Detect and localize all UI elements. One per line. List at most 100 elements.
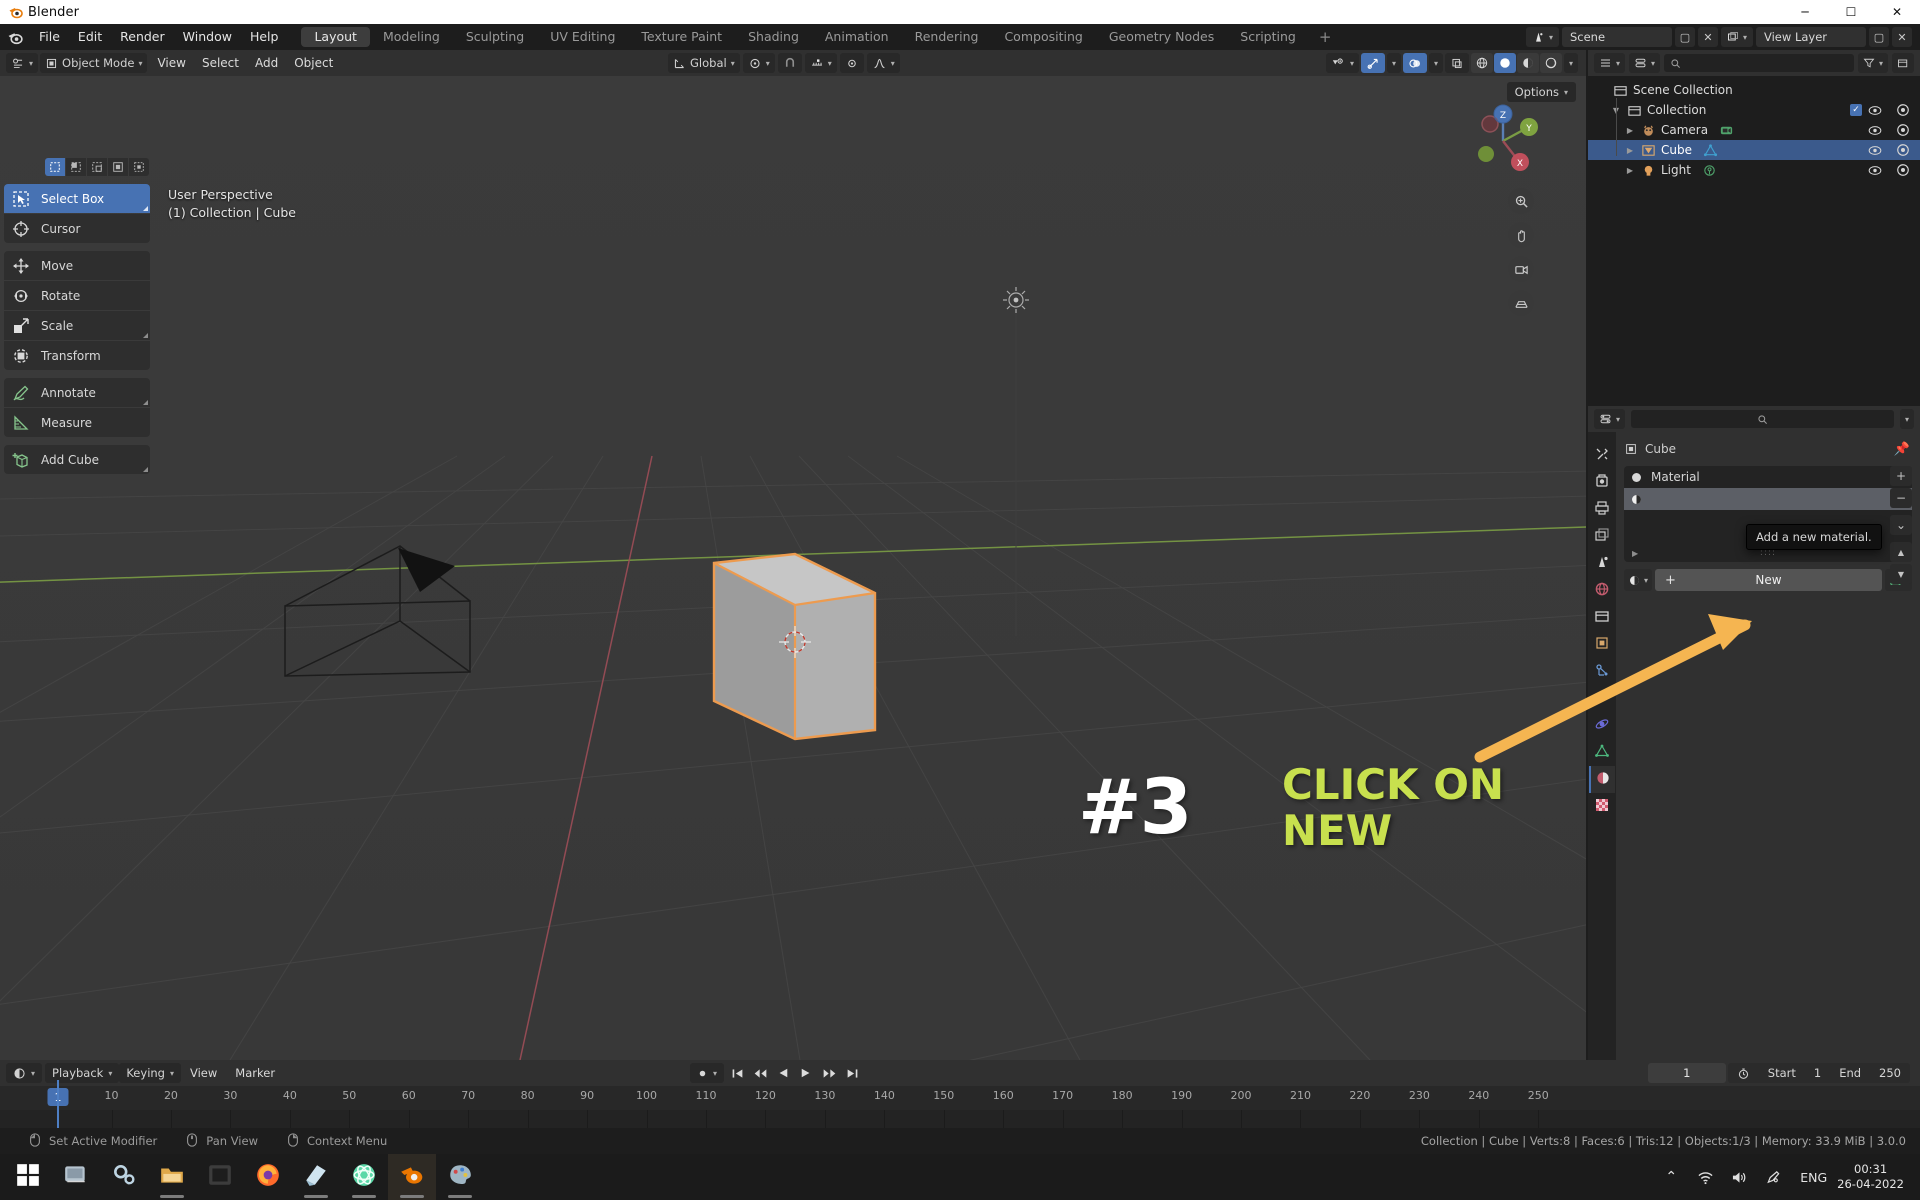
minimize-button[interactable]: ─ bbox=[1782, 0, 1828, 24]
show-hidden-icons-button[interactable]: ⌃ bbox=[1654, 1154, 1688, 1200]
workspace-tab-sculpting[interactable]: Sculpting bbox=[453, 27, 537, 47]
workspace-tab-texture-paint[interactable]: Texture Paint bbox=[628, 27, 735, 47]
next-keyframe-button[interactable] bbox=[818, 1063, 840, 1083]
outliner-display-mode-dropdown[interactable]: ▾ bbox=[1629, 53, 1661, 73]
properties-options-dropdown[interactable]: ▾ bbox=[1899, 409, 1914, 429]
outliner-row-cube[interactable]: ▶ Cube bbox=[1588, 140, 1920, 160]
timeline-ruler[interactable]: 10 20 30 40 50 60 70 80 90 100 110 120 130 140 150 160 1… bbox=[0, 1086, 1920, 1110]
hide-in-viewport-icon[interactable] bbox=[1868, 103, 1882, 117]
snap-settings-dropdown[interactable]: ▾ bbox=[804, 53, 837, 73]
maximize-button[interactable]: ☐ bbox=[1828, 0, 1874, 24]
current-frame-field[interactable]: 1 bbox=[1647, 1063, 1726, 1083]
scene-name-field[interactable]: Scene bbox=[1561, 27, 1672, 47]
snap-toggle-button[interactable] bbox=[777, 53, 802, 73]
shading-wireframe-button[interactable] bbox=[1470, 53, 1493, 73]
tool-tab[interactable] bbox=[1589, 442, 1615, 469]
add-workspace-button[interactable]: + bbox=[1309, 24, 1342, 50]
tool-move[interactable]: Move bbox=[4, 251, 150, 280]
workspace-tab-scripting[interactable]: Scripting bbox=[1227, 27, 1309, 47]
remove-material-slot-button[interactable]: − bbox=[1890, 488, 1912, 508]
browse-scene-button[interactable]: ▾ bbox=[1525, 27, 1559, 47]
previous-keyframe-button[interactable] bbox=[749, 1063, 771, 1083]
view-layer-name-field[interactable]: View Layer bbox=[1756, 27, 1866, 47]
topbar-menu-file[interactable]: File bbox=[30, 24, 69, 50]
tool-cursor[interactable]: Cursor bbox=[4, 214, 150, 243]
outliner-row-scene-collection[interactable]: Scene Collection bbox=[1588, 80, 1920, 100]
play-reverse-button[interactable] bbox=[772, 1063, 794, 1083]
collection-exclude-checkbox[interactable]: ✓ bbox=[1850, 104, 1862, 116]
outliner-filter-button[interactable]: ▾ bbox=[1857, 53, 1888, 73]
workspace-tab-compositing[interactable]: Compositing bbox=[991, 27, 1095, 47]
clock[interactable]: 00:31 26-04-2022 bbox=[1837, 1162, 1920, 1192]
viewport-menu-add[interactable]: Add bbox=[247, 50, 286, 76]
move-slot-down-button[interactable]: ▼ bbox=[1890, 564, 1912, 584]
search-taskview[interactable] bbox=[52, 1154, 100, 1200]
notes-app[interactable] bbox=[292, 1154, 340, 1200]
mesh-data-icon[interactable] bbox=[1703, 143, 1718, 158]
select-mode-extend[interactable] bbox=[66, 158, 86, 176]
object-data-tab[interactable] bbox=[1589, 739, 1615, 766]
disable-in-renders-icon[interactable] bbox=[1896, 103, 1910, 117]
render-tab[interactable] bbox=[1589, 469, 1615, 496]
language-indicator[interactable]: ENG bbox=[1790, 1170, 1837, 1185]
select-mode-subtract[interactable] bbox=[87, 158, 107, 176]
topbar-menu-render[interactable]: Render bbox=[111, 24, 174, 50]
texture-tab[interactable] bbox=[1589, 793, 1615, 820]
material-tab[interactable] bbox=[1589, 766, 1615, 793]
outliner-search-input[interactable] bbox=[1664, 54, 1854, 72]
new-material-button[interactable]: + New bbox=[1655, 569, 1882, 591]
viewport-menu-object[interactable]: Object bbox=[286, 50, 341, 76]
tool-scale[interactable]: Scale bbox=[4, 311, 150, 340]
pin-icon[interactable]: 📌 bbox=[1894, 442, 1910, 457]
blender-app[interactable] bbox=[388, 1154, 436, 1200]
timeline-menu-marker[interactable]: Marker bbox=[226, 1066, 284, 1080]
start-frame-value[interactable]: 1 bbox=[1814, 1066, 1821, 1080]
shading-rendered-button[interactable] bbox=[1539, 53, 1562, 73]
properties-editor-type-button[interactable]: ▾ bbox=[1594, 409, 1626, 429]
jump-to-start-button[interactable] bbox=[726, 1063, 748, 1083]
jump-to-end-button[interactable] bbox=[841, 1063, 863, 1083]
disable-in-renders-icon[interactable] bbox=[1896, 163, 1910, 177]
firefox-app[interactable] bbox=[244, 1154, 292, 1200]
paint-app[interactable] bbox=[436, 1154, 484, 1200]
xray-toggle-button[interactable] bbox=[1444, 53, 1469, 73]
outliner-row-light[interactable]: ▶ Light bbox=[1588, 160, 1920, 180]
interaction-mode-dropdown[interactable]: Object Mode ▾ bbox=[40, 53, 148, 73]
material-specials-button[interactable]: ⌄ bbox=[1890, 515, 1912, 535]
expand-triangle-icon[interactable]: ▶ bbox=[1624, 166, 1636, 175]
terminal-app[interactable] bbox=[196, 1154, 244, 1200]
scene-tab[interactable] bbox=[1589, 550, 1615, 577]
modifier-tab[interactable] bbox=[1589, 658, 1615, 685]
play-button[interactable] bbox=[795, 1063, 817, 1083]
zoom-view-button[interactable] bbox=[1508, 188, 1534, 214]
gizmo-toggle-button[interactable] bbox=[1360, 53, 1385, 73]
tool-transform[interactable]: Transform bbox=[4, 341, 150, 370]
workspace-tab-layout[interactable]: Layout bbox=[301, 27, 370, 47]
pen-icon[interactable] bbox=[1756, 1154, 1790, 1200]
collection-tab[interactable] bbox=[1589, 604, 1615, 631]
expand-triangle-icon[interactable]: ▶ bbox=[1624, 146, 1636, 155]
visibility-dropdown[interactable]: ▾ bbox=[1325, 53, 1359, 73]
viewport-menu-select[interactable]: Select bbox=[194, 50, 247, 76]
hide-in-viewport-icon[interactable] bbox=[1868, 163, 1882, 177]
workspace-tab-modeling[interactable]: Modeling bbox=[370, 27, 453, 47]
auto-keying-button[interactable]: ▾ bbox=[690, 1063, 725, 1083]
properties-search-input[interactable] bbox=[1631, 410, 1894, 428]
move-slot-up-button[interactable]: ▲ bbox=[1890, 542, 1912, 562]
close-button[interactable]: ✕ bbox=[1874, 0, 1920, 24]
start-button[interactable] bbox=[4, 1154, 52, 1200]
file-explorer[interactable] bbox=[148, 1154, 196, 1200]
pan-view-button[interactable] bbox=[1508, 222, 1534, 248]
tool-measure[interactable]: Measure bbox=[4, 408, 150, 437]
timeline-playhead[interactable] bbox=[57, 1080, 59, 1128]
outliner-new-collection-button[interactable] bbox=[1892, 53, 1914, 73]
outliner-row-collection[interactable]: ▼Collection✓ bbox=[1588, 100, 1920, 120]
overlays-toggle-button[interactable] bbox=[1402, 53, 1427, 73]
workspace-tab-uv-editing[interactable]: UV Editing bbox=[537, 27, 628, 47]
tool-select-box[interactable]: Select Box bbox=[4, 184, 150, 213]
physics-tab[interactable] bbox=[1589, 712, 1615, 739]
workspace-tab-shading[interactable]: Shading bbox=[735, 27, 812, 47]
view-layer-tab[interactable] bbox=[1589, 523, 1615, 550]
outliner-editor-type-button[interactable]: ▾ bbox=[1594, 53, 1626, 73]
shading-settings-dropdown[interactable]: ▾ bbox=[1563, 53, 1578, 73]
